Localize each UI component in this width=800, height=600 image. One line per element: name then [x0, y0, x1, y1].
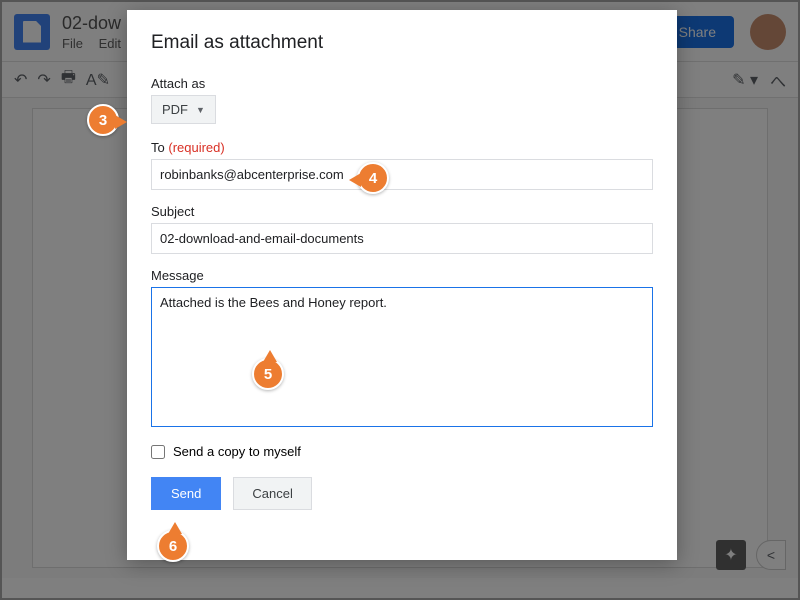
message-field[interactable]	[151, 287, 653, 427]
to-label: To (required)	[151, 140, 653, 155]
callout-5: 5	[252, 358, 284, 390]
subject-field[interactable]	[151, 223, 653, 254]
send-button[interactable]: Send	[151, 477, 221, 510]
subject-label: Subject	[151, 204, 653, 219]
chevron-down-icon: ▼	[196, 105, 205, 115]
to-field[interactable]	[151, 159, 653, 190]
callout-4: 4	[357, 162, 389, 194]
attach-as-label: Attach as	[151, 76, 653, 91]
email-attachment-dialog: Email as attachment Attach as PDF ▼ To (…	[127, 10, 677, 560]
callout-6: 6	[157, 530, 189, 562]
send-copy-checkbox[interactable]	[151, 445, 165, 459]
attach-as-value: PDF	[162, 102, 188, 117]
send-copy-label: Send a copy to myself	[173, 444, 301, 459]
attach-as-dropdown[interactable]: PDF ▼	[151, 95, 216, 124]
cancel-button[interactable]: Cancel	[233, 477, 311, 510]
dialog-title: Email as attachment	[151, 32, 653, 54]
callout-3: 3	[87, 104, 119, 136]
message-label: Message	[151, 268, 653, 283]
required-indicator: (required)	[168, 140, 224, 155]
